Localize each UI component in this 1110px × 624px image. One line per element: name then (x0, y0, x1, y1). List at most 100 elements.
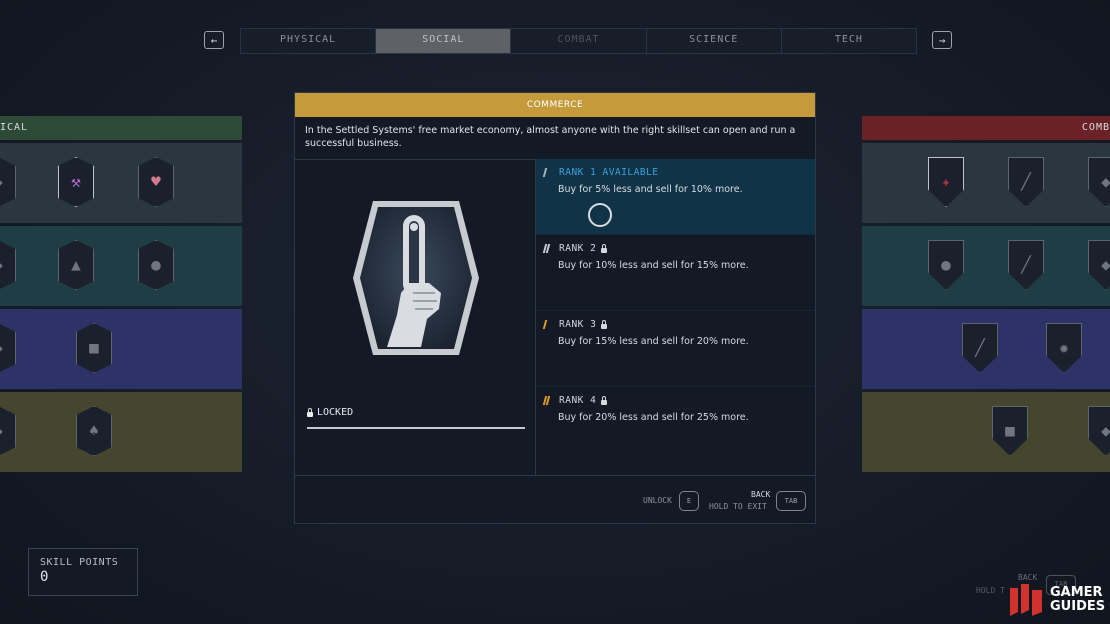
skill-badge[interactable]: ● (138, 240, 174, 290)
logo-text-line2: GUIDES (1050, 599, 1106, 614)
skill-detail-modal: COMMERCE In the Settled Systems' free ma… (294, 92, 816, 524)
skill-badge-blade[interactable]: ╱ (1008, 157, 1044, 207)
lock-icon (601, 319, 608, 329)
skill-badge[interactable]: ■ (76, 323, 112, 373)
skill-badge[interactable]: ◆ (0, 240, 16, 290)
skill-icon: ◆ (0, 255, 15, 274)
rank-title: RANK 1 AVAILABLE (559, 167, 659, 178)
skill-badge[interactable]: ✹ (1046, 323, 1082, 373)
rank-pip (542, 168, 548, 177)
modal-footer: UNLOCK E BACK HOLD TO EXIT TAB (295, 475, 815, 524)
skill-row-tier3: ╱ ✹ (862, 309, 1110, 389)
unlock-key-button[interactable]: E (679, 491, 699, 511)
arrow-left-icon: ← (210, 34, 218, 47)
skill-badge[interactable]: ◆ (1088, 240, 1110, 290)
skill-row-tier3: ◆ ■ (0, 309, 242, 389)
back-label: BACK (751, 490, 771, 499)
skill-icon: ◆ (1101, 421, 1110, 440)
rank-4[interactable]: RANK 4 Buy for 20% less and sell for 25%… (536, 387, 815, 463)
combat-tree-header: COMB (862, 116, 1110, 140)
dumbbell-icon: ⚒ (71, 172, 81, 191)
arrow-right-icon: → (938, 34, 946, 47)
prev-category-button[interactable]: ← (204, 31, 224, 49)
rank-list: RANK 1 AVAILABLE Buy for 5% less and sel… (536, 159, 815, 475)
skill-badge[interactable]: ◆ (0, 406, 16, 456)
tab-social[interactable]: SOCIAL (376, 29, 512, 53)
skill-title: COMMERCE (295, 93, 815, 117)
locked-divider (307, 427, 525, 429)
skill-points-panel: SKILL POINTS 0 (28, 548, 138, 596)
rank-pips-icon (542, 244, 554, 253)
tab-science[interactable]: SCIENCE (646, 29, 782, 53)
skill-icon: ▲ (71, 255, 81, 274)
physical-skill-tree: ICAL ◆ ⚒ ♥ ◆ ▲ ● ◆ ■ ◆ ♠ (0, 116, 242, 476)
skill-badge[interactable]: ♠ (76, 406, 112, 456)
skill-description: In the Settled Systems' free market econ… (295, 117, 815, 160)
rank-description: Buy for 5% less and sell for 10% more. (558, 184, 743, 195)
physical-tree-header: ICAL (0, 116, 242, 140)
skill-badge[interactable]: ◆ (0, 323, 16, 373)
skill-badge[interactable]: ■ (992, 406, 1028, 456)
rifle-icon: ╱ (1021, 255, 1031, 274)
skill-preview-pane: LOCKED (295, 159, 536, 475)
skill-body: LOCKED RANK 1 AVAILABLE Buy for 5% less … (295, 159, 815, 475)
skill-badge-weightlifting[interactable]: ⚒ (58, 157, 94, 207)
combat-skill-tree: COMB ✦ ╱ ◆ ● ╱ ◆ ╱ ✹ ■ ◆ (862, 116, 1110, 476)
skill-badge[interactable]: ● (928, 240, 964, 290)
flame-icon: ♠ (89, 421, 99, 440)
grenade-icon: ● (941, 255, 951, 274)
skill-badge[interactable]: ◆ (1088, 406, 1110, 456)
skill-row-tier1: ✦ ╱ ◆ (862, 143, 1110, 223)
rank-pip (542, 320, 548, 329)
skill-badge[interactable]: ╱ (962, 323, 998, 373)
skill-row-tier1: ◆ ⚒ ♥ (0, 143, 242, 223)
locked-status: LOCKED (307, 407, 353, 418)
skill-icon: ● (151, 255, 161, 274)
skill-badge-pistol[interactable]: ✦ (928, 157, 964, 207)
rank-pips-icon (542, 168, 554, 177)
rank-description: Buy for 20% less and sell for 25% more. (558, 412, 749, 423)
rank-description: Buy for 15% less and sell for 20% more. (558, 336, 749, 347)
category-tabs: PHYSICAL SOCIAL COMBAT SCIENCE TECH (240, 28, 917, 54)
tab-combat[interactable]: COMBAT (511, 29, 647, 53)
rank-1[interactable]: RANK 1 AVAILABLE Buy for 5% less and sel… (536, 159, 815, 235)
back-key-button[interactable]: TAB (776, 491, 806, 511)
rank-pips-icon (542, 320, 554, 329)
heart-icon: ♥ (151, 172, 161, 191)
lock-icon (307, 407, 313, 417)
rank-title: RANK 4 (559, 395, 597, 406)
tab-tech[interactable]: TECH (781, 29, 917, 53)
knife-icon: ╱ (1021, 172, 1031, 191)
skill-icon: ■ (1005, 421, 1015, 440)
rank-pips-icon (542, 396, 554, 405)
skill-badge[interactable]: ╱ (1008, 240, 1044, 290)
rank-title: RANK 3 (559, 319, 597, 330)
skill-row-tier2: ● ╱ ◆ (862, 226, 1110, 306)
rank-description: Buy for 10% less and sell for 15% more. (558, 260, 749, 271)
hold-progress-circle (588, 203, 612, 227)
commerce-card-icon (353, 201, 479, 355)
rank-2[interactable]: RANK 2 Buy for 10% less and sell for 15%… (536, 235, 815, 311)
skill-badge[interactable]: ◆ (0, 157, 16, 207)
skill-icon: ◆ (0, 421, 15, 440)
skill-points-value: 0 (40, 569, 49, 585)
skill-badge[interactable]: ▲ (58, 240, 94, 290)
gamer-guides-logo-icon (1010, 584, 1042, 616)
gamer-guides-logo: GAMER GUIDES (1006, 580, 1110, 620)
pistol-icon: ✦ (941, 172, 951, 191)
skill-row-tier4: ◆ ♠ (0, 392, 242, 472)
gear-icon: ✹ (1059, 338, 1069, 357)
skill-icon: ■ (89, 338, 99, 357)
skill-points-label: SKILL POINTS (40, 557, 119, 568)
next-category-button[interactable]: → (932, 31, 952, 49)
skill-icon: ◆ (0, 338, 15, 357)
lock-icon (601, 395, 608, 405)
tab-physical[interactable]: PHYSICAL (241, 29, 377, 53)
skill-badge-wellness[interactable]: ♥ (138, 157, 174, 207)
corner-hold-label: HOLD T (976, 586, 1005, 595)
rank-title: RANK 2 (559, 243, 597, 254)
lock-icon (601, 243, 608, 253)
skill-icon: ◆ (1101, 172, 1110, 191)
rank-3[interactable]: RANK 3 Buy for 15% less and sell for 20%… (536, 311, 815, 387)
skill-badge[interactable]: ◆ (1088, 157, 1110, 207)
